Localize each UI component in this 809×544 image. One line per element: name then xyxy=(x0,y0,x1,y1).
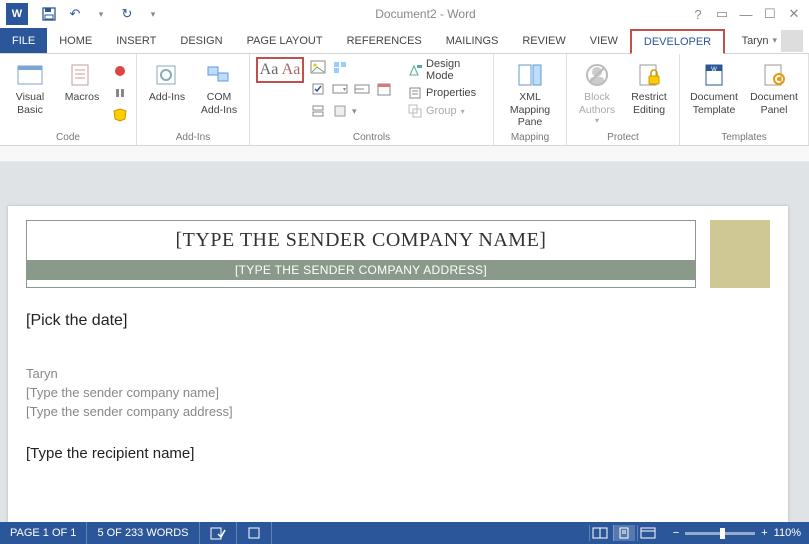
svg-text:W: W xyxy=(711,67,717,73)
maximize-button[interactable]: ☐ xyxy=(761,5,779,23)
qat-customize[interactable]: ▾ xyxy=(144,5,162,23)
picture-control-button[interactable] xyxy=(308,57,328,77)
group-icon xyxy=(408,104,422,118)
tab-file[interactable]: FILE xyxy=(0,28,47,53)
tab-page-layout[interactable]: PAGE LAYOUT xyxy=(235,28,335,53)
minimize-button[interactable]: — xyxy=(737,5,755,23)
rich-text-control-button[interactable]: Aa xyxy=(259,60,279,80)
sender-name-field[interactable]: Taryn xyxy=(26,366,770,381)
save-button[interactable] xyxy=(40,5,58,23)
visual-basic-button[interactable]: Visual Basic xyxy=(6,57,54,116)
zoom-in-button[interactable]: + xyxy=(761,527,767,539)
tab-mailings[interactable]: MAILINGS xyxy=(434,28,511,53)
zoom-out-button[interactable]: − xyxy=(673,527,679,539)
dropdown-control-button[interactable] xyxy=(352,79,372,99)
undo-dropdown[interactable]: ▾ xyxy=(92,5,110,23)
xml-mapping-pane-button[interactable]: XML Mapping Pane xyxy=(500,57,560,129)
sender-address-field[interactable]: [Type the sender company address] xyxy=(26,404,770,419)
group-templates-label: Templates xyxy=(686,131,802,144)
sender-company-field[interactable]: [Type the sender company name] xyxy=(26,385,770,400)
logo-placeholder[interactable] xyxy=(710,220,770,288)
view-web-layout[interactable] xyxy=(637,525,659,541)
ruler[interactable] xyxy=(0,146,809,162)
block-authors-button: Block Authors ▾ xyxy=(573,57,621,126)
restrict-editing-icon xyxy=(634,61,664,89)
com-addins-icon xyxy=(204,61,234,89)
window-title: Document2 - Word xyxy=(162,7,689,21)
company-address-field[interactable]: [TYPE THE SENDER COMPANY ADDRESS] xyxy=(27,260,695,280)
macro-security-button[interactable] xyxy=(110,105,130,125)
visual-basic-icon xyxy=(15,61,45,89)
group-addins-label: Add-Ins xyxy=(143,131,243,144)
tab-design[interactable]: DESIGN xyxy=(168,28,234,53)
status-macro[interactable] xyxy=(237,522,272,544)
combobox-control-button[interactable] xyxy=(330,79,350,99)
status-page[interactable]: PAGE 1 OF 1 xyxy=(0,522,87,544)
tab-view[interactable]: VIEW xyxy=(578,28,630,53)
document-panel-button[interactable]: Document Panel xyxy=(746,57,802,116)
record-macro-button[interactable] xyxy=(110,61,130,81)
user-dropdown[interactable]: ▾ xyxy=(772,35,777,46)
highlighted-text-controls: Aa Aa xyxy=(256,57,304,83)
view-read-mode[interactable] xyxy=(589,525,611,541)
document-template-icon: W xyxy=(699,61,729,89)
tab-home[interactable]: HOME xyxy=(47,28,104,53)
group-protect-label: Protect xyxy=(573,131,673,144)
addins-button[interactable]: Add-Ins xyxy=(143,57,191,104)
tab-references[interactable]: REFERENCES xyxy=(335,28,434,53)
zoom-level[interactable]: 110% xyxy=(774,527,801,539)
avatar[interactable] xyxy=(781,30,803,52)
document-panel-icon xyxy=(759,61,789,89)
recipient-name-field[interactable]: [Type the recipient name] xyxy=(26,445,770,462)
status-proofing[interactable] xyxy=(200,522,237,544)
addins-icon xyxy=(152,61,182,89)
ribbon-options-button[interactable]: ▭ xyxy=(713,5,731,23)
tab-developer[interactable]: DEVELOPER xyxy=(630,29,725,54)
document-area[interactable]: [TYPE THE SENDER COMPANY NAME] [TYPE THE… xyxy=(0,162,809,522)
status-words[interactable]: 5 OF 233 WORDS xyxy=(87,522,199,544)
view-print-layout[interactable] xyxy=(613,525,635,541)
group-controls-label: Controls xyxy=(256,131,487,144)
design-mode-icon xyxy=(408,63,422,77)
building-block-control-button[interactable] xyxy=(330,57,350,77)
block-authors-icon xyxy=(582,61,612,89)
tab-insert[interactable]: INSERT xyxy=(104,28,168,53)
zoom-slider[interactable] xyxy=(685,532,755,535)
company-name-field[interactable]: [TYPE THE SENDER COMPANY NAME] xyxy=(27,221,695,260)
document-template-button[interactable]: W Document Template xyxy=(686,57,742,116)
properties-button[interactable]: Properties xyxy=(404,85,487,101)
repeating-section-control-button[interactable] xyxy=(308,101,328,121)
word-icon: W xyxy=(6,3,28,25)
undo-button[interactable]: ↶ xyxy=(66,5,84,23)
group-mapping-label: Mapping xyxy=(500,131,560,144)
xml-mapping-icon xyxy=(515,61,545,89)
date-field[interactable]: [Pick the date] xyxy=(26,312,770,330)
page[interactable]: [TYPE THE SENDER COMPANY NAME] [TYPE THE… xyxy=(8,206,788,522)
com-addins-button[interactable]: COM Add-Ins xyxy=(195,57,243,116)
close-button[interactable]: ✕ xyxy=(785,5,803,23)
restrict-editing-button[interactable]: Restrict Editing xyxy=(625,57,673,116)
properties-icon xyxy=(408,86,422,100)
pause-recording-button[interactable] xyxy=(110,83,130,103)
help-button[interactable]: ? xyxy=(689,5,707,23)
macros-icon xyxy=(67,61,97,89)
plain-text-control-button[interactable]: Aa xyxy=(281,60,301,80)
legacy-tools-dropdown[interactable]: ▾ xyxy=(352,106,357,117)
tab-review[interactable]: REVIEW xyxy=(510,28,577,53)
checkbox-control-button[interactable] xyxy=(308,79,328,99)
date-picker-control-button[interactable] xyxy=(374,79,394,99)
redo-button[interactable]: ↻ xyxy=(118,5,136,23)
group-code-label: Code xyxy=(6,131,130,144)
group-controls-button[interactable]: Group ▾ xyxy=(404,103,487,119)
macros-button[interactable]: Macros xyxy=(58,57,106,104)
user-name[interactable]: Taryn xyxy=(742,35,769,47)
legacy-tools-button[interactable] xyxy=(330,101,350,121)
design-mode-button[interactable]: Design Mode xyxy=(404,57,487,83)
